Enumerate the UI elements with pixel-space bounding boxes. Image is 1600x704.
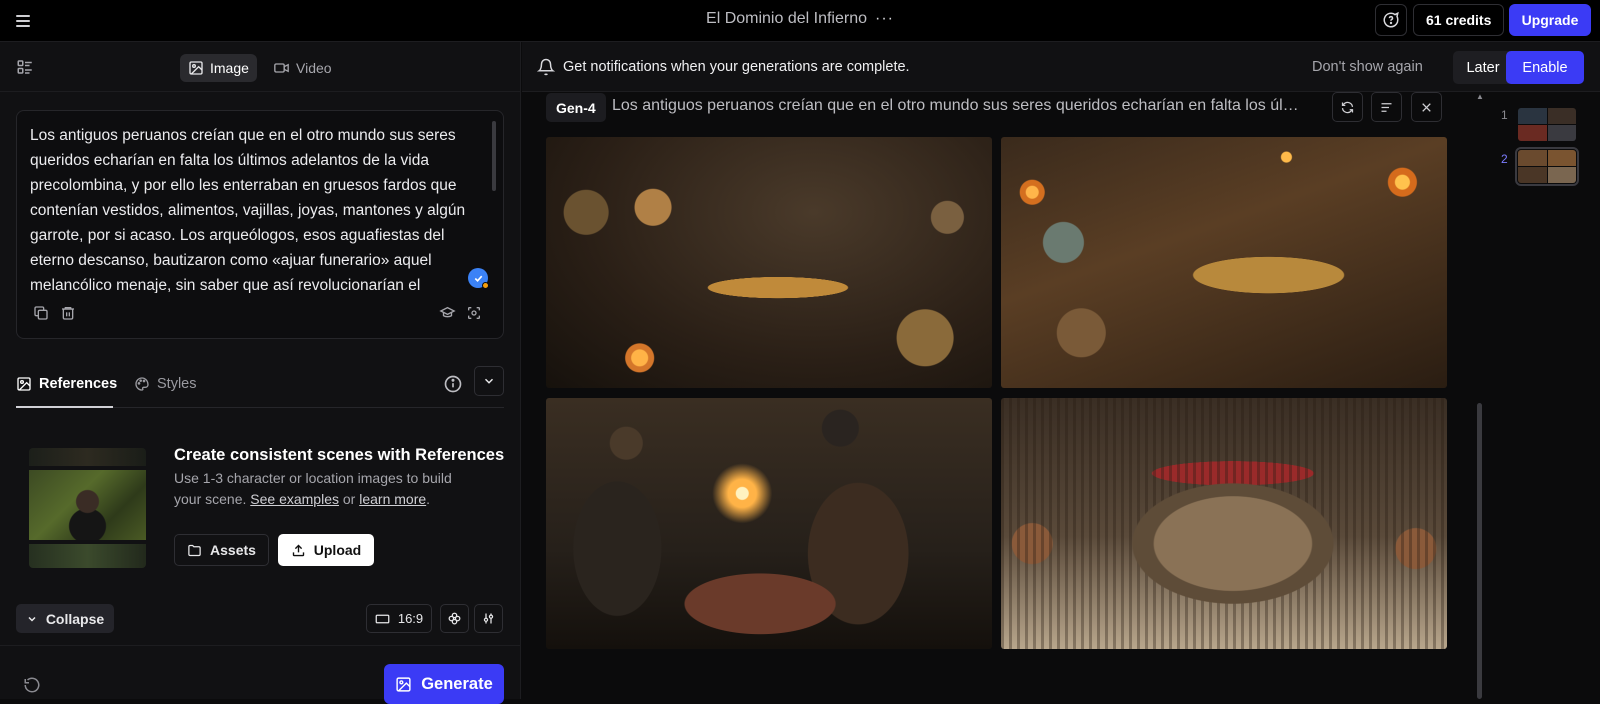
tab-image-label: Image <box>210 60 249 76</box>
model-badge: Gen-4 <box>546 93 606 122</box>
reset-icon[interactable] <box>23 676 41 694</box>
credits-button[interactable]: 61 credits <box>1413 4 1505 36</box>
folder-icon <box>188 544 201 556</box>
flower-icon <box>448 612 461 625</box>
divider <box>0 645 521 646</box>
collapse-button[interactable]: Collapse <box>16 604 114 633</box>
sliders-icon <box>483 613 494 624</box>
generations-view: Gen-4 Los antiguos peruanos creían que e… <box>522 92 1600 699</box>
references-description: Use 1-3 character or location images to … <box>174 468 474 510</box>
generation-prompt[interactable]: Los antiguos peruanos creían que en el o… <box>612 97 1302 115</box>
assets-label: Assets <box>210 542 256 558</box>
generation-thumbnail-1[interactable] <box>1518 108 1576 141</box>
prompt-box[interactable]: Los antiguos peruanos creían que en el o… <box>16 110 504 339</box>
tab-image[interactable]: Image <box>180 54 257 82</box>
see-examples-link[interactable]: See examples <box>250 491 339 507</box>
references-title: Create consistent scenes with References <box>174 446 505 464</box>
scan-icon[interactable] <box>464 303 484 323</box>
hamburger-menu-icon[interactable] <box>16 11 36 31</box>
notification-bar: Get notifications when your generations … <box>522 42 1600 92</box>
tab-video-label: Video <box>296 60 332 76</box>
rerun-button[interactable] <box>1332 92 1363 122</box>
close-button[interactable] <box>1411 92 1442 122</box>
references-tabs: References Styles <box>16 364 504 408</box>
close-icon <box>1422 102 1431 112</box>
align-left-icon <box>1381 102 1392 112</box>
upgrade-button[interactable]: Upgrade <box>1509 4 1591 36</box>
tab-video[interactable]: Video <box>265 54 340 82</box>
details-button[interactable] <box>1371 92 1402 122</box>
palette-icon <box>135 377 149 391</box>
generated-image-4[interactable] <box>1001 398 1447 649</box>
learn-more-link[interactable]: learn more <box>359 491 426 507</box>
aspect-ratio-button[interactable]: 16:9 <box>366 604 432 633</box>
presets-button[interactable] <box>440 604 469 633</box>
dont-show-again-button[interactable]: Don't show again <box>1312 59 1423 75</box>
aspect-ratio-label: 16:9 <box>397 611 424 626</box>
chat-button[interactable] <box>1375 4 1407 36</box>
aspect-ratio-icon <box>375 614 390 623</box>
tab-references[interactable]: References <box>16 370 117 398</box>
collapse-label: Collapse <box>45 610 105 627</box>
active-tab-indicator <box>16 406 113 408</box>
generation-number-2: 2 <box>1501 152 1508 166</box>
content-scrollbar[interactable] <box>1477 403 1482 699</box>
settings-button[interactable] <box>474 604 503 633</box>
image-icon <box>189 61 203 75</box>
generate-button[interactable]: Generate <box>384 664 504 704</box>
generation-thumbnail-2[interactable] <box>1515 147 1579 186</box>
project-title: El Dominio del Infierno ··· <box>0 10 1600 28</box>
upload-button[interactable]: Upload <box>278 534 374 566</box>
scroll-up-arrow[interactable]: ▲ <box>1476 92 1484 101</box>
upload-label: Upload <box>313 542 362 558</box>
more-horizontal-icon[interactable]: ··· <box>875 10 894 27</box>
left-panel: Image Video Los antiguos peruanos creían… <box>0 42 521 704</box>
prompt-scrollbar[interactable] <box>492 121 496 191</box>
info-icon[interactable] <box>443 374 463 394</box>
or-text: or <box>342 491 356 507</box>
generated-image-2[interactable] <box>1001 137 1447 388</box>
later-button[interactable]: Later <box>1453 51 1513 84</box>
chevron-down-icon <box>28 616 36 622</box>
refresh-icon <box>1341 101 1354 113</box>
video-icon <box>274 63 289 73</box>
top-bar: El Dominio del Infierno ··· 61 credits Up… <box>0 0 1600 42</box>
graduation-cap-icon[interactable] <box>437 303 457 323</box>
generated-image-1[interactable] <box>546 137 992 388</box>
project-title-text[interactable]: El Dominio del Infierno <box>706 10 867 27</box>
enable-button[interactable]: Enable <box>1506 51 1584 84</box>
expand-button[interactable] <box>474 366 504 396</box>
bell-icon <box>537 58 555 76</box>
generate-label: Generate <box>421 674 493 693</box>
tab-styles-label: Styles <box>157 376 197 392</box>
layout-list-icon[interactable] <box>16 58 34 76</box>
period-text: . <box>426 491 431 507</box>
grammar-check-icon[interactable] <box>468 268 489 289</box>
assets-button[interactable]: Assets <box>174 534 269 566</box>
references-icon <box>17 377 31 391</box>
copy-icon[interactable] <box>31 303 51 323</box>
tab-styles[interactable]: Styles <box>134 370 197 398</box>
chat-icon <box>1383 11 1399 28</box>
mode-bar: Image Video <box>0 42 521 92</box>
generation-number-1: 1 <box>1501 108 1508 122</box>
chevron-down-icon <box>484 378 494 384</box>
tab-references-label: References <box>39 376 118 392</box>
generated-image-3[interactable] <box>546 398 992 649</box>
trash-icon[interactable] <box>58 303 78 323</box>
references-preview-image <box>29 448 146 568</box>
image-icon <box>396 676 411 692</box>
notification-text: Get notifications when your generations … <box>563 59 910 75</box>
upload-icon <box>292 544 304 556</box>
prompt-textarea[interactable]: Los antiguos peruanos creían que en el o… <box>30 123 485 293</box>
